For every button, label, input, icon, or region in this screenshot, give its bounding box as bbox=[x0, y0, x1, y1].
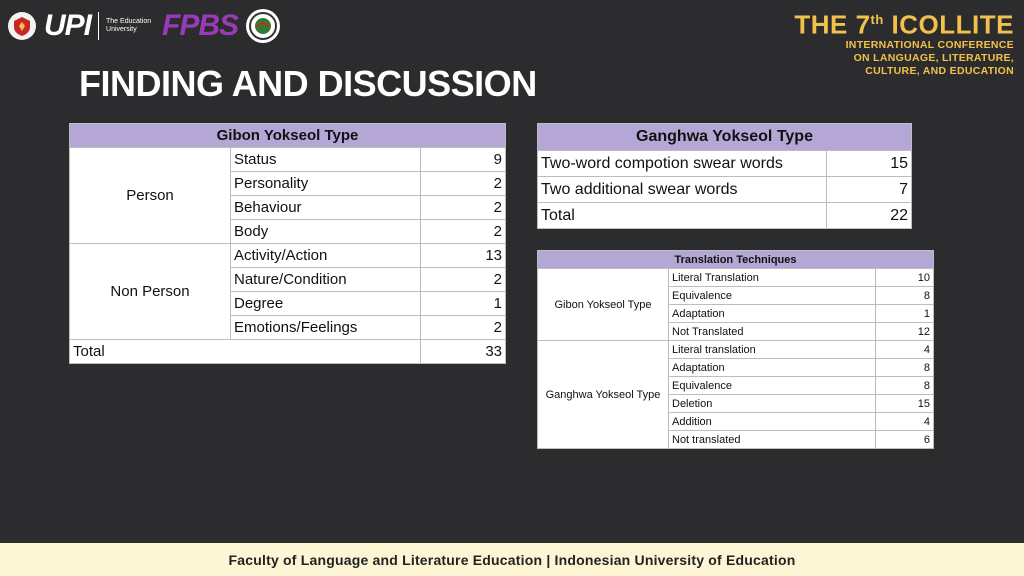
table-row: Two additional swear words 7 bbox=[537, 176, 912, 203]
table-header: Translation Techniques bbox=[537, 250, 934, 269]
total-label: Total bbox=[69, 339, 421, 364]
table-row: Two-word compotion swear words 15 bbox=[537, 150, 912, 177]
row-label: Nature/Condition bbox=[230, 267, 421, 292]
conference-emblem-logo bbox=[246, 9, 281, 43]
conference-subtitle-1: INTERNATIONAL CONFERENCE bbox=[845, 38, 1014, 51]
group-label: Person bbox=[69, 147, 231, 244]
row-value: 8 bbox=[875, 376, 934, 395]
upi-logo-text: UPI bbox=[44, 9, 92, 42]
row-label: Not Translated bbox=[668, 322, 876, 341]
row-value: 9 bbox=[420, 147, 506, 172]
row-label: Not translated bbox=[668, 430, 876, 449]
row-label: Activity/Action bbox=[230, 243, 421, 268]
conference-subtitle-3: CULTURE, AND EDUCATION bbox=[865, 64, 1014, 77]
row-value: 2 bbox=[420, 315, 506, 340]
row-value: 2 bbox=[420, 195, 506, 220]
conference-subtitle-2: ON LANGUAGE, LITERATURE, bbox=[853, 51, 1014, 64]
row-value: 4 bbox=[875, 340, 934, 359]
fpbs-logo: FPBS bbox=[162, 9, 239, 42]
row-label: Deletion bbox=[668, 394, 876, 413]
slide-title: FINDING AND DISCUSSION bbox=[79, 63, 537, 104]
row-label: Behaviour bbox=[230, 195, 421, 220]
table-row: Ganghwa Yokseol Type Literal translation… bbox=[537, 340, 934, 449]
row-label: Two additional swear words bbox=[537, 176, 827, 203]
row-value: 2 bbox=[420, 267, 506, 292]
conference-banner: THE 7th ICOLLITE INTERNATIONAL CONFERENC… bbox=[794, 6, 1014, 78]
row-label: Total bbox=[537, 202, 827, 229]
row-value: 4 bbox=[875, 412, 934, 431]
upi-emblem-logo bbox=[8, 12, 36, 40]
logo-divider bbox=[98, 12, 100, 40]
row-label: Adaptation bbox=[668, 358, 876, 377]
row-label: Equivalence bbox=[668, 376, 876, 395]
table-row: Non Person Activity/Action 13 bbox=[69, 243, 506, 340]
row-value: 7 bbox=[826, 176, 912, 203]
row-value: 15 bbox=[826, 150, 912, 177]
row-label: Personality bbox=[230, 171, 421, 196]
row-label: Emotions/Feelings bbox=[230, 315, 421, 340]
row-label: Body bbox=[230, 219, 421, 244]
translation-techniques-table: Translation Techniques Gibon Yokseol Typ… bbox=[537, 250, 934, 449]
row-value: 6 bbox=[875, 430, 934, 449]
total-row: Total 33 bbox=[69, 339, 506, 364]
upi-logo: UPI The Education University bbox=[44, 11, 154, 41]
group-label: Non Person bbox=[69, 243, 231, 340]
row-label: Literal translation bbox=[668, 340, 876, 359]
table-row: Gibon Yokseol Type Literal Translation 1… bbox=[537, 268, 934, 341]
total-row: Total 22 bbox=[537, 202, 912, 229]
header-logos: UPI The Education University FPBS bbox=[8, 6, 281, 46]
row-label: Degree bbox=[230, 291, 421, 316]
group-label: Ganghwa Yokseol Type bbox=[537, 340, 669, 449]
group-label: Gibon Yokseol Type bbox=[537, 268, 669, 341]
footer-bar: Faculty of Language and Literature Educa… bbox=[0, 543, 1024, 576]
row-value: 22 bbox=[826, 202, 912, 229]
row-value: 1 bbox=[875, 304, 934, 323]
upi-subtitle: The Education University bbox=[106, 18, 152, 33]
row-value: 13 bbox=[420, 243, 506, 268]
table-header: Gibon Yokseol Type bbox=[69, 123, 506, 148]
row-value: 2 bbox=[420, 171, 506, 196]
table-row: Person Status 9 bbox=[69, 147, 506, 244]
row-value: 12 bbox=[875, 322, 934, 341]
row-value: 15 bbox=[875, 394, 934, 413]
row-label: Status bbox=[230, 147, 421, 172]
table-header: Ganghwa Yokseol Type bbox=[537, 123, 912, 151]
row-label: Equivalence bbox=[668, 286, 876, 305]
gibon-yokseol-table: Gibon Yokseol Type Person Status 9 Perso… bbox=[69, 123, 506, 364]
row-value: 8 bbox=[875, 286, 934, 305]
row-label: Literal Translation bbox=[668, 268, 876, 287]
ganghwa-yokseol-table: Ganghwa Yokseol Type Two-word compotion … bbox=[537, 123, 912, 229]
row-label: Adaptation bbox=[668, 304, 876, 323]
row-label: Addition bbox=[668, 412, 876, 431]
conference-title: THE 7th ICOLLITE bbox=[794, 9, 1014, 40]
total-value: 33 bbox=[420, 339, 506, 364]
footer-text: Faculty of Language and Literature Educa… bbox=[228, 551, 796, 568]
row-value: 8 bbox=[875, 358, 934, 377]
row-value: 1 bbox=[420, 291, 506, 316]
row-value: 10 bbox=[875, 268, 934, 287]
row-value: 2 bbox=[420, 219, 506, 244]
row-label: Two-word compotion swear words bbox=[537, 150, 827, 177]
